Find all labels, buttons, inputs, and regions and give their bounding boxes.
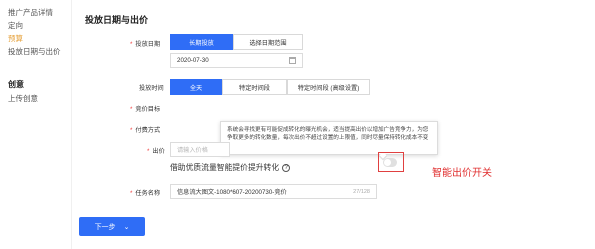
date-input[interactable]: 2020-07-30 [170,53,303,68]
chevron-down-icon: ⌄ [123,223,130,231]
next-button[interactable]: 下一步 ⌄ [79,217,145,236]
schedule-time-option-specific[interactable]: 特定时间段 [222,79,287,95]
task-name-label: * 任务名称 [130,190,161,197]
annotation-highlight-box [378,152,404,172]
bid-target-label: * 竞价目标 [130,106,161,113]
smart-bid-label: 借助优质流量智能提价提升转化? [170,162,291,173]
sidebar-item-product-details[interactable]: 推广产品详情 [8,7,53,18]
bid-input[interactable]: 请输入价格 [170,142,230,157]
page-title: 投放日期与出价 [85,15,149,25]
task-name-input[interactable]: 信息流大图文-1080*607-20200730-竞价 27/128 [170,184,377,199]
required-marker: * [130,41,133,48]
next-button-label: 下一步 [94,223,116,231]
pay-method-label: * 付费方式 [130,127,161,134]
sidebar: 推广产品详情 定向 预算 投放日期与出价 创意 上传创意 [0,0,70,249]
calendar-icon [289,57,296,64]
schedule-date-label: * 投放日期 [130,41,161,48]
sidebar-group-creative: 创意 [8,80,24,89]
sidebar-item-budget[interactable]: 预算 [8,33,23,44]
bid-label: * 出价 [147,148,165,155]
char-counter: 27/128 [353,189,370,195]
task-name-value: 信息流大图文-1080*607-20200730-竞价 [177,189,287,196]
sidebar-divider [71,0,72,249]
schedule-time-label: 投放时间 [139,85,164,92]
schedule-date-option-longterm[interactable]: 长期投放 [170,34,233,50]
schedule-time-option-advanced[interactable]: 特定时间段 (高级设置) [287,79,370,95]
date-value: 2020-07-30 [177,57,209,64]
sidebar-item-schedule-bid[interactable]: 投放日期与出价 [8,46,61,57]
bid-placeholder: 请输入价格 [177,147,208,154]
smart-bid-tooltip: 系统会寻找更有可能促成转化的曝光机会，适当提高出价以增加广告竞争力，为您争取更多… [220,121,438,155]
sidebar-item-targeting[interactable]: 定向 [8,20,23,31]
sidebar-item-upload-creative[interactable]: 上传创意 [8,93,38,104]
help-icon[interactable]: ? [282,164,291,172]
annotation-label: 智能出价开关 [432,168,492,179]
schedule-time-option-allday[interactable]: 全天 [170,79,222,95]
schedule-date-option-range[interactable]: 选择日期范围 [233,34,303,50]
